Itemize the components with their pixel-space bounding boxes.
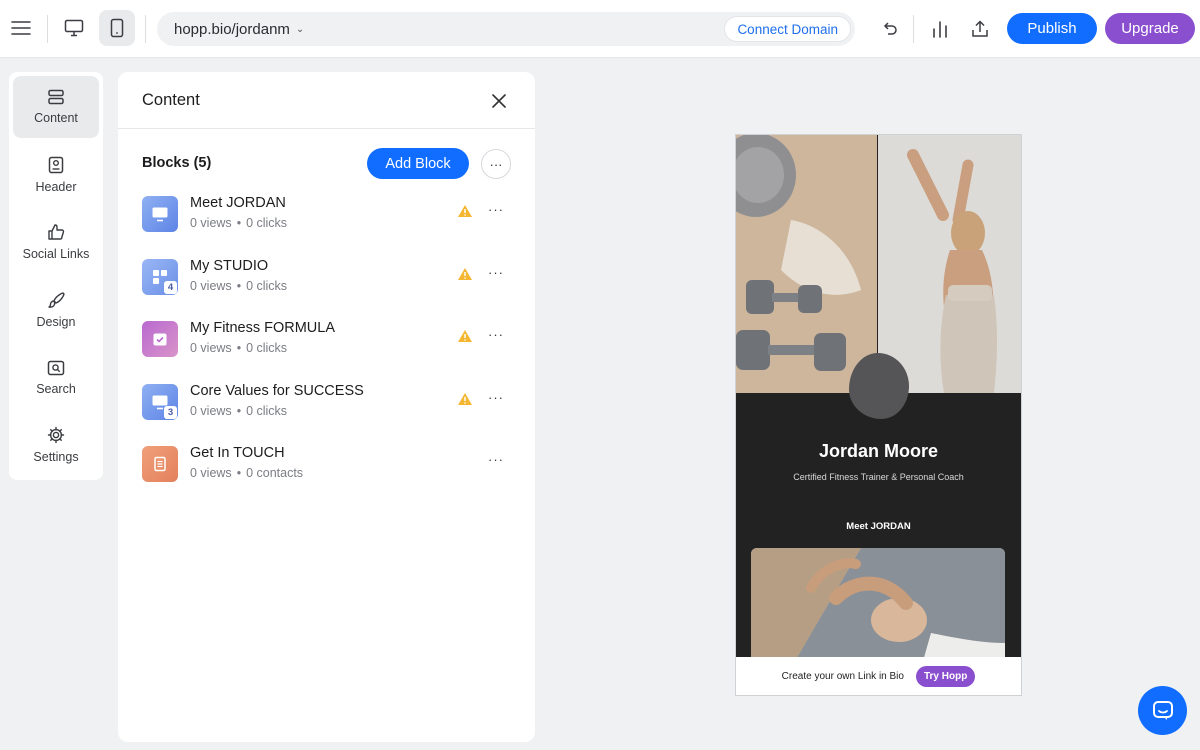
sidebar-item-label: Settings <box>33 450 79 464</box>
content-panel: Content Blocks (5) Add Block ··· Meet JO… <box>118 72 535 742</box>
row-more-icon[interactable]: ··· <box>488 390 504 405</box>
list-item[interactable]: Meet JORDAN 0 views • 0 clicks ··· <box>142 194 512 234</box>
cover-photo-athlete <box>878 135 1021 393</box>
row-more-icon[interactable]: ··· <box>488 327 504 342</box>
sidebar-item-label: Design <box>36 315 76 329</box>
chat-icon[interactable] <box>1138 686 1187 735</box>
gear-icon <box>47 426 65 444</box>
search-icon <box>47 360 65 376</box>
block-name: My Fitness FORMULA <box>190 320 336 336</box>
chevron-down-icon: ⌄ <box>295 23 305 35</box>
sidebar-item-label: Content <box>34 111 78 125</box>
toolbar-divider <box>47 15 48 43</box>
first-block-title: Meet JORDAN <box>846 521 911 532</box>
list-item[interactable]: Get In TOUCH 0 views • 0 contacts ··· <box>142 444 512 484</box>
block-count-badge: 3 <box>164 406 177 419</box>
promo-banner: Create your own Link in Bio Try Hopp <box>736 657 1021 695</box>
upgrade-button[interactable]: Upgrade <box>1105 13 1195 44</box>
share-icon[interactable] <box>962 11 998 47</box>
sidebar-item-label: Social Links <box>22 247 90 261</box>
toolbar-divider <box>913 15 914 43</box>
toolbar-divider <box>145 15 146 43</box>
layers-icon <box>48 89 64 105</box>
block-thumbnail-icon: 4 <box>142 259 178 295</box>
undo-icon[interactable] <box>872 11 908 47</box>
mobile-view-icon[interactable] <box>99 10 135 46</box>
sidebar-item-design[interactable]: Design <box>13 279 99 341</box>
block-stats: 0 views • 0 clicks <box>190 279 288 293</box>
analytics-icon[interactable] <box>922 11 958 47</box>
profile-subtitle: Certified Fitness Trainer & Personal Coa… <box>793 472 964 482</box>
block-thumbnail-icon <box>142 321 178 357</box>
publish-button[interactable]: Publish <box>1007 13 1097 44</box>
site-url-bar[interactable]: hopp.bio/jordanm ⌄ Connect Domain <box>157 12 855 46</box>
warning-icon[interactable] <box>457 267 473 286</box>
mobile-preview[interactable]: Jordan Moore Certified Fitness Trainer &… <box>736 135 1021 695</box>
hamburger-menu-icon[interactable] <box>3 10 39 46</box>
list-item[interactable]: 3 Core Values for SUCCESS 0 views • 0 clic… <box>142 382 512 422</box>
avatar <box>849 353 909 419</box>
sidebar-item-header[interactable]: Header <box>13 144 99 206</box>
sidebar-item-settings[interactable]: Settings <box>13 414 99 476</box>
block-name: Get In TOUCH <box>190 445 285 461</box>
top-bar: hopp.bio/jordanm ⌄ Connect Domain Publis… <box>0 0 1200 58</box>
connect-domain-button[interactable]: Connect Domain <box>724 16 851 42</box>
first-block-image <box>751 548 1005 668</box>
sidebar-item-content[interactable]: Content <box>13 76 99 138</box>
block-name: My STUDIO <box>190 258 269 274</box>
row-more-icon[interactable]: ··· <box>488 202 504 217</box>
warning-icon[interactable] <box>457 392 473 411</box>
thumbs-up-icon <box>48 224 65 240</box>
header-icon <box>48 156 64 174</box>
more-options-icon[interactable]: ··· <box>481 149 511 179</box>
try-hopp-button[interactable]: Try Hopp <box>915 665 976 687</box>
block-thumbnail-icon <box>142 446 178 482</box>
block-thumbnail-icon: 3 <box>142 384 178 420</box>
block-count-badge: 4 <box>164 281 177 294</box>
row-more-icon[interactable]: ··· <box>488 265 504 280</box>
block-name: Meet JORDAN <box>190 195 286 211</box>
sidebar-item-social-links[interactable]: Social Links <box>13 211 99 273</box>
add-block-button[interactable]: Add Block <box>367 148 469 179</box>
list-item[interactable]: 4 My STUDIO 0 views • 0 clicks ··· <box>142 257 512 297</box>
warning-icon[interactable] <box>457 204 473 223</box>
profile-name: Jordan Moore <box>818 441 938 461</box>
desktop-view-icon[interactable] <box>56 10 92 46</box>
row-more-icon[interactable]: ··· <box>488 452 504 467</box>
promo-text: Create your own Link in Bio <box>781 670 904 682</box>
cover-photo-equipment <box>736 135 877 393</box>
sidebar-item-search[interactable]: Search <box>13 347 99 409</box>
block-stats: 0 views • 0 clicks <box>190 216 288 230</box>
block-stats: 0 views • 0 clicks <box>190 341 288 355</box>
warning-icon[interactable] <box>457 329 473 348</box>
left-sidebar: Content Header Social Links Design Searc… <box>9 72 103 480</box>
block-thumbnail-icon <box>142 196 178 232</box>
block-stats: 0 views • 0 contacts <box>190 466 304 480</box>
block-name: Core Values for SUCCESS <box>190 383 364 399</box>
brush-icon <box>48 292 65 308</box>
sidebar-item-label: Header <box>35 180 77 194</box>
close-icon[interactable] <box>488 90 510 112</box>
panel-divider <box>118 128 535 129</box>
panel-title: Content <box>142 91 200 109</box>
block-stats: 0 views • 0 clicks <box>190 404 288 418</box>
blocks-count-label: Blocks (5) <box>142 155 212 171</box>
site-url: hopp.bio/jordanm <box>174 20 290 38</box>
sidebar-item-label: Search <box>36 382 76 396</box>
list-item[interactable]: My Fitness FORMULA 0 views • 0 clicks ··· <box>142 319 512 359</box>
